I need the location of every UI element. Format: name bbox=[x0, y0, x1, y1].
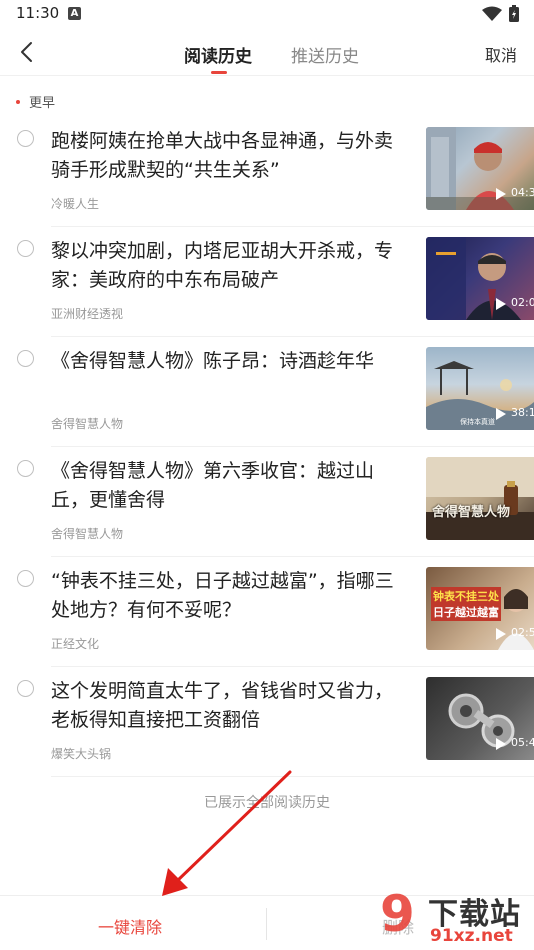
play-icon bbox=[496, 298, 506, 310]
video-duration: 02:5 bbox=[511, 626, 534, 639]
history-list: 跑楼阿姨在抢单大战中各显神通，与外卖骑手形成默契的“共生关系” 冷暖人生 04:… bbox=[0, 117, 534, 777]
section-label: 更早 bbox=[16, 92, 55, 111]
item-source: 正经文化 bbox=[51, 637, 100, 651]
list-item[interactable]: 黎以冲突加剧，内塔尼亚胡大开杀戒，专家：美政府的中东布局破产 亚洲财经透视 02… bbox=[0, 227, 534, 337]
play-icon bbox=[496, 408, 506, 420]
thumbnail-caption: 舍得智慧人物 bbox=[432, 505, 511, 520]
list-item[interactable]: 《舍得智慧人物》陈子昂：诗酒趁年华 舍得智慧人物 保持本真道 38:1 bbox=[0, 337, 534, 447]
item-title: 黎以冲突加剧，内塔尼亚胡大开杀戒，专家：美政府的中东布局破产 bbox=[51, 240, 394, 291]
item-title: 跑楼阿姨在抢单大战中各显神通，与外卖骑手形成默契的“共生关系” bbox=[51, 130, 394, 181]
video-thumbnail[interactable]: 舍得智慧人物 bbox=[426, 457, 534, 540]
video-thumbnail[interactable]: 02:0 bbox=[426, 237, 534, 320]
radio-circle-icon[interactable] bbox=[17, 350, 34, 367]
thumbnail-image bbox=[426, 457, 534, 540]
item-source: 舍得智慧人物 bbox=[51, 527, 124, 541]
tab-reading-history[interactable]: 阅读历史 bbox=[184, 42, 252, 67]
radio-circle-icon[interactable] bbox=[17, 570, 34, 587]
list-item[interactable]: 跑楼阿姨在抢单大战中各显神通，与外卖骑手形成默契的“共生关系” 冷暖人生 04:… bbox=[0, 117, 534, 227]
list-item[interactable]: 这个发明简直太牛了，省钱省时又省力，老板得知直接把工资翻倍 爆笑大头锅 05:4 bbox=[0, 667, 534, 777]
radio-circle-icon[interactable] bbox=[17, 240, 34, 257]
watermark-url: 91xz.net bbox=[430, 926, 513, 946]
video-duration: 05:4 bbox=[511, 736, 534, 749]
section-dot bbox=[16, 99, 20, 104]
video-thumbnail[interactable]: 04:3 bbox=[426, 127, 534, 210]
video-duration: 04:3 bbox=[511, 186, 534, 199]
status-bar: 11:30 A bbox=[0, 0, 534, 28]
radio-circle-icon[interactable] bbox=[17, 130, 34, 147]
active-tab-indicator bbox=[211, 71, 227, 74]
list-item[interactable]: 《舍得智慧人物》第六季收官：越过山丘，更懂舍得 舍得智慧人物 舍得智慧人物 bbox=[0, 447, 534, 557]
battery-icon bbox=[509, 5, 519, 22]
item-source: 爆笑大头锅 bbox=[51, 747, 112, 761]
site-watermark: 9 下载站 91xz.net bbox=[380, 885, 534, 950]
wifi-icon bbox=[482, 6, 502, 21]
video-duration: 38:1 bbox=[511, 406, 534, 419]
video-thumbnail[interactable]: 05:4 bbox=[426, 677, 534, 760]
bottom-divider bbox=[266, 908, 267, 940]
item-source: 亚洲财经透视 bbox=[51, 307, 124, 321]
chevron-left-icon[interactable] bbox=[14, 38, 42, 66]
play-icon bbox=[496, 738, 506, 750]
play-icon bbox=[496, 188, 506, 200]
play-icon bbox=[496, 628, 506, 640]
status-time: 11:30 bbox=[16, 4, 60, 22]
nav-bar: 阅读历史 推送历史 取消 bbox=[0, 28, 534, 76]
item-title: “钟表不挂三处，日子越过越富”，指哪三处地方？有何不妥呢？ bbox=[51, 570, 394, 621]
thumbnail-caption: 保持本真道 bbox=[460, 418, 495, 426]
video-thumbnail[interactable]: 钟表不挂三处 日子越过越富 02:5 bbox=[426, 567, 534, 650]
section-label-text: 更早 bbox=[29, 96, 56, 111]
list-item[interactable]: “钟表不挂三处，日子越过越富”，指哪三处地方？有何不妥呢？ 正经文化 钟表不挂三… bbox=[0, 557, 534, 667]
video-thumbnail[interactable]: 保持本真道 38:1 bbox=[426, 347, 534, 430]
item-title: 《舍得智慧人物》陈子昂：诗酒趁年华 bbox=[51, 350, 375, 372]
item-title: 这个发明简直太牛了，省钱省时又省力，老板得知直接把工资翻倍 bbox=[51, 680, 394, 731]
clear-all-button[interactable]: 一键清除 bbox=[98, 914, 162, 938]
all-history-shown-text: 已展示全部阅读历史 bbox=[204, 795, 330, 811]
item-source: 舍得智慧人物 bbox=[51, 417, 124, 431]
divider bbox=[51, 776, 534, 777]
radio-circle-icon[interactable] bbox=[17, 680, 34, 697]
item-source: 冷暖人生 bbox=[51, 197, 100, 211]
item-title: 《舍得智慧人物》第六季收官：越过山丘，更懂舍得 bbox=[51, 460, 375, 511]
thumbnail-caption-2: 日子越过越富 bbox=[431, 603, 501, 621]
cancel-button[interactable]: 取消 bbox=[485, 42, 517, 66]
tab-push-history[interactable]: 推送历史 bbox=[291, 42, 359, 67]
video-duration: 02:0 bbox=[511, 296, 534, 309]
radio-circle-icon[interactable] bbox=[17, 460, 34, 477]
a-icon: A bbox=[68, 7, 81, 20]
watermark-logo: 9 bbox=[380, 885, 415, 943]
